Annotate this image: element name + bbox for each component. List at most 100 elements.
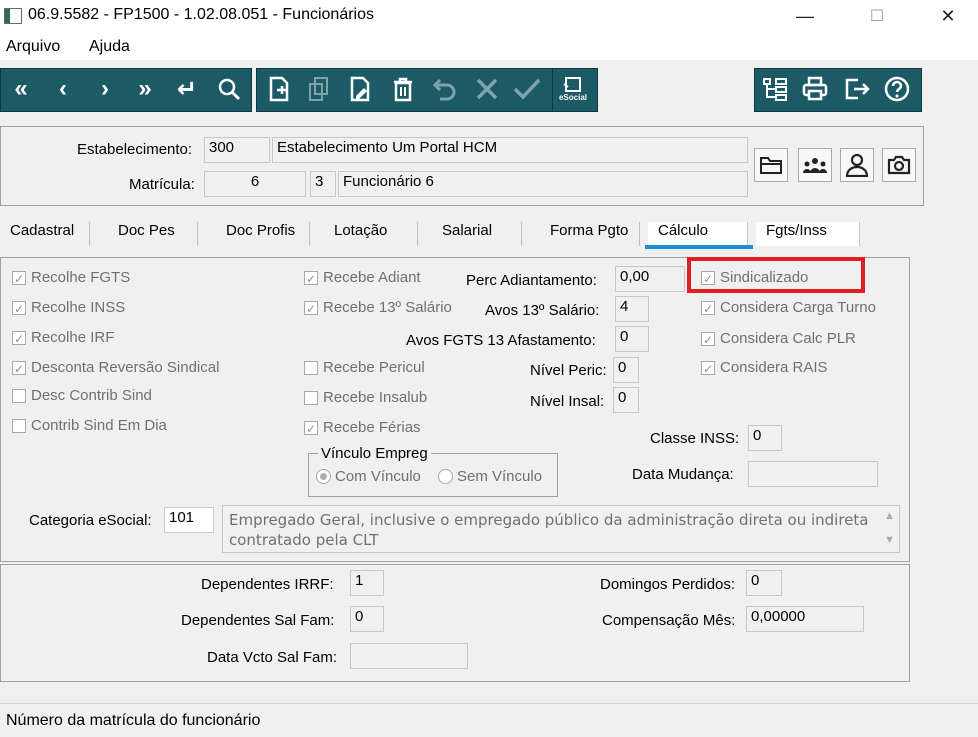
radio-selected-icon — [316, 469, 331, 484]
domingos-label: Domingos Perdidos: — [600, 576, 736, 593]
checkbox-recebe-pericul[interactable]: Recebe Pericul — [304, 359, 425, 376]
print-icon[interactable] — [798, 72, 832, 106]
checkbox-recebe-13[interactable]: ✓ Recebe 13º Salário — [304, 299, 452, 316]
checkbox-considera-carga-turno[interactable]: ✓ Considera Carga Turno — [701, 299, 876, 316]
estab-label: Estabelecimento: — [77, 141, 193, 158]
tab-cadastral[interactable]: Cadastral — [0, 222, 90, 246]
checkbox-desconta-reversao[interactable]: ✓ Desconta Reversão Sindical — [12, 359, 219, 376]
data-vcto-field[interactable] — [350, 643, 468, 669]
previous-record-icon[interactable]: ‹ — [46, 72, 80, 106]
search-icon[interactable] — [212, 72, 246, 106]
dep-irrf-label: Dependentes IRRF: — [201, 576, 334, 593]
radio-label: Com Vínculo — [335, 468, 421, 485]
minimize-button[interactable]: — — [782, 0, 828, 32]
confirm-icon[interactable] — [510, 72, 544, 106]
empty-box-icon — [12, 418, 26, 433]
next-record-icon[interactable]: › — [88, 72, 122, 106]
categoria-code-field[interactable]: 101 — [164, 507, 214, 533]
perc-adiant-field[interactable]: 0,00 — [615, 266, 685, 292]
tab-lotacao[interactable]: Lotação — [324, 222, 418, 246]
scroll-up-icon[interactable]: ▲ — [884, 510, 895, 522]
checkbox-label: Recebe Pericul — [323, 359, 425, 376]
dep-irrf-field[interactable]: 1 — [350, 570, 384, 596]
esocial-label: eSocial — [558, 92, 587, 102]
estab-code-field[interactable]: 300 — [204, 137, 270, 163]
undo-icon[interactable] — [428, 72, 462, 106]
active-tab-indicator — [645, 245, 753, 249]
tab-doc-pes[interactable]: Doc Pes — [108, 222, 198, 246]
checkbox-considera-rais[interactable]: ✓ Considera RAIS — [701, 359, 828, 376]
folder-icon[interactable] — [754, 148, 788, 182]
check-icon: ✓ — [304, 270, 318, 286]
dep-sal-fam-field[interactable]: 0 — [350, 606, 384, 632]
tab-doc-profis[interactable]: Doc Profis — [216, 222, 310, 246]
radio-empty-icon — [438, 469, 453, 484]
check-icon: ✓ — [12, 300, 26, 316]
tab-forma-pgto[interactable]: Forma Pgto — [540, 222, 640, 246]
checkbox-recebe-insalub[interactable]: Recebe Insalub — [304, 389, 427, 406]
checkbox-contrib-sind-em-dia[interactable]: Contrib Sind Em Dia — [12, 417, 167, 434]
categoria-label: Categoria eSocial: — [29, 512, 152, 529]
close-button[interactable]: ✕ — [925, 0, 971, 32]
empty-box-icon — [304, 360, 318, 375]
check-icon: ✓ — [304, 420, 318, 436]
nivel-peric-field[interactable]: 0 — [613, 357, 639, 383]
matricula-field[interactable]: 6 — [204, 171, 306, 197]
check-icon: ✓ — [701, 331, 715, 347]
delete-icon[interactable] — [386, 72, 420, 106]
help-icon[interactable] — [880, 72, 914, 106]
tree-icon[interactable] — [758, 72, 792, 106]
cancel-icon[interactable] — [470, 72, 504, 106]
tab-salarial[interactable]: Salarial — [432, 222, 522, 246]
checkbox-label: Considera Carga Turno — [720, 299, 876, 316]
categoria-desc-box: Empregado Geral, inclusive o empregado p… — [222, 505, 900, 553]
radio-sem-vinculo[interactable]: Sem Vínculo — [438, 468, 542, 485]
tab-calculo[interactable]: Cálculo — [648, 222, 748, 246]
scroll-down-icon[interactable]: ▼ — [884, 534, 895, 546]
menu-ajuda[interactable]: Ajuda — [89, 38, 130, 56]
avos13-field[interactable]: 4 — [615, 296, 649, 322]
checkbox-considera-calc-plr[interactable]: ✓ Considera Calc PLR — [701, 330, 856, 347]
data-mudanca-field[interactable] — [748, 461, 878, 487]
camera-icon[interactable] — [882, 148, 916, 182]
group-icon[interactable] — [798, 148, 832, 182]
checkbox-recebe-ferias[interactable]: ✓ Recebe Férias — [304, 419, 421, 436]
nivel-insal-label: Nível Insal: — [530, 393, 605, 410]
domingos-field[interactable]: 0 — [746, 570, 782, 596]
edit-icon[interactable] — [344, 72, 378, 106]
person-icon[interactable] — [840, 148, 874, 182]
maximize-button[interactable]: ☐ — [854, 0, 900, 32]
last-record-icon[interactable]: » — [128, 72, 162, 106]
vinculo-title: Vínculo Empreg — [318, 445, 431, 462]
esocial-button[interactable]: eSocial — [556, 72, 590, 106]
nivel-insal-field[interactable]: 0 — [613, 387, 639, 413]
checkbox-label: Desc Contrib Sind — [31, 387, 152, 404]
checkbox-recolhe-inss[interactable]: ✓ Recolhe INSS — [12, 299, 125, 316]
avos13-label: Avos 13º Salário: — [485, 302, 600, 319]
checkbox-label: Recebe Insalub — [323, 389, 428, 406]
radio-com-vinculo[interactable]: Com Vínculo — [316, 468, 421, 485]
tab-fgts-inss[interactable]: Fgts/Inss — [756, 222, 860, 246]
menu-arquivo[interactable]: Arquivo — [6, 38, 60, 56]
avos-fgts-field[interactable]: 0 — [615, 326, 649, 352]
exit-icon[interactable] — [840, 72, 874, 106]
first-record-icon[interactable]: « — [4, 72, 38, 106]
checkbox-recolhe-fgts[interactable]: ✓ Recolhe FGTS — [12, 269, 130, 286]
classe-inss-field[interactable]: 0 — [748, 425, 782, 451]
compensacao-field[interactable]: 0,00000 — [746, 606, 864, 632]
estab-name-field: Estabelecimento Um Portal HCM — [272, 137, 748, 163]
checkbox-recebe-adiant[interactable]: ✓ Recebe Adiant — [304, 269, 421, 286]
checkbox-desc-contrib-sind[interactable]: Desc Contrib Sind — [12, 387, 152, 404]
checkbox-label: Considera Calc PLR — [720, 330, 856, 347]
checkbox-label: Recolhe INSS — [31, 299, 126, 316]
checkbox-label: Recolhe IRF — [31, 329, 115, 346]
new-doc-icon[interactable] — [262, 72, 296, 106]
classe-inss-label: Classe INSS: — [650, 430, 740, 447]
status-bar: Número da matrícula do funcionário — [0, 703, 978, 737]
check-icon: ✓ — [701, 300, 715, 316]
goto-icon[interactable]: ↵ — [170, 72, 204, 106]
checkbox-label: Recebe Adiant — [323, 269, 421, 286]
copy-icon[interactable] — [302, 72, 336, 106]
matricula-digit-field: 3 — [310, 171, 336, 197]
checkbox-recolhe-irf[interactable]: ✓ Recolhe IRF — [12, 329, 114, 346]
